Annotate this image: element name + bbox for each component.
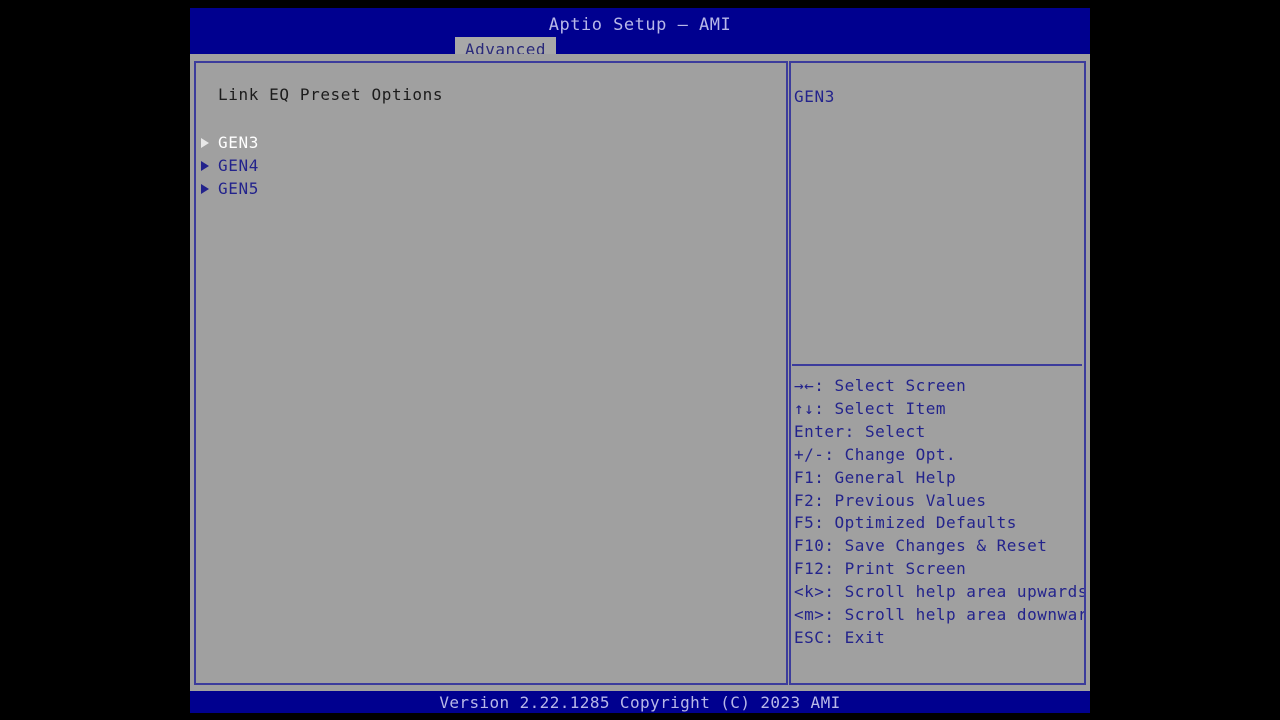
- legend-item-select-screen: →←: Select Screen: [794, 375, 1082, 398]
- legend-item-esc: ESC: Exit: [794, 627, 1082, 650]
- legend-desc: : Change Opt.: [824, 444, 957, 464]
- legend-item-enter: Enter: Select: [794, 421, 1082, 444]
- version-text: Version 2.22.1285 Copyright (C) 2023 AMI: [439, 693, 841, 712]
- bios-setup-screen: Aptio Setup – AMI Advanced Link EQ Prese…: [0, 0, 1280, 720]
- legend-item-f10: F10: Save Changes & Reset: [794, 535, 1082, 558]
- legend-key: <k>: [794, 582, 825, 602]
- title-bar: Aptio Setup – AMI Advanced: [190, 8, 1090, 62]
- legend-item-f12: F12: Print Screen: [794, 558, 1082, 581]
- menu-item-label: GEN3: [218, 133, 259, 152]
- legend-item-change-opt: +/-: Change Opt.: [794, 444, 1082, 467]
- legend-desc: : Scroll help area upwards: [824, 582, 1086, 602]
- legend-desc: : Exit: [824, 627, 886, 647]
- legend-desc: : Select: [844, 421, 926, 441]
- legend-desc: : Optimized Defaults: [814, 513, 1017, 533]
- legend-desc: : General Help: [814, 467, 957, 487]
- menu-item-gen3[interactable]: GEN3: [196, 131, 786, 154]
- legend-key: +/-: [794, 444, 825, 464]
- menu-item-gen5[interactable]: GEN5: [196, 177, 786, 200]
- legend-item-scroll-up: <k>: Scroll help area upwards: [794, 581, 1084, 604]
- legend-item-f5: F5: Optimized Defaults: [794, 512, 1082, 535]
- legend-desc: : Previous Values: [814, 490, 987, 510]
- legend-key: ESC: [794, 627, 825, 647]
- menu-item-gen4[interactable]: GEN4: [196, 154, 786, 177]
- legend-key: <m>: [794, 605, 825, 625]
- legend-key: →←: [794, 376, 815, 395]
- content-area: Link EQ Preset Options GEN3 GEN4 GEN5 GE…: [190, 54, 1090, 691]
- legend-desc: : Select Screen: [814, 376, 967, 395]
- submenu-arrow-icon: [201, 161, 209, 171]
- help-panel: GEN3 →←: Select Screen ↑↓: Select Item E…: [789, 61, 1086, 685]
- legend-key: F10: [794, 536, 825, 556]
- legend-desc: : Select Item: [814, 398, 946, 418]
- page-title: Aptio Setup – AMI: [548, 15, 732, 35]
- legend-desc: : Save Changes & Reset: [824, 536, 1048, 556]
- menu-list: GEN3 GEN4 GEN5: [196, 131, 786, 200]
- legend-key: F12: [794, 559, 825, 579]
- menu-item-label: GEN4: [218, 156, 259, 175]
- submenu-arrow-icon: [201, 138, 209, 148]
- legend-key: F5: [794, 513, 815, 533]
- legend-desc: : Print Screen: [824, 559, 967, 579]
- legend-item-f1: F1: General Help: [794, 467, 1082, 490]
- legend-desc: : Scroll help area downwards: [824, 605, 1086, 625]
- legend-key: F2: [794, 490, 815, 510]
- legend-item-scroll-down: <m>: Scroll help area downwards: [794, 604, 1084, 627]
- legend-key: Enter: [794, 421, 845, 441]
- legend-item-select-item: ↑↓: Select Item: [794, 398, 1082, 421]
- footer-bar: Version 2.22.1285 Copyright (C) 2023 AMI: [190, 691, 1090, 713]
- menu-item-label: GEN5: [218, 179, 259, 198]
- key-legend: →←: Select Screen ↑↓: Select Item Enter:…: [794, 375, 1084, 650]
- legend-item-f2: F2: Previous Values: [794, 490, 1082, 513]
- menu-tab-bar: Advanced: [190, 37, 1090, 62]
- settings-panel: Link EQ Preset Options GEN3 GEN4 GEN5: [194, 61, 788, 685]
- help-divider: [792, 364, 1082, 366]
- legend-key: ↑↓: [794, 398, 815, 418]
- section-heading: Link EQ Preset Options: [218, 85, 444, 104]
- legend-key: F1: [794, 467, 815, 487]
- help-description: GEN3: [794, 87, 835, 106]
- submenu-arrow-icon: [201, 184, 209, 194]
